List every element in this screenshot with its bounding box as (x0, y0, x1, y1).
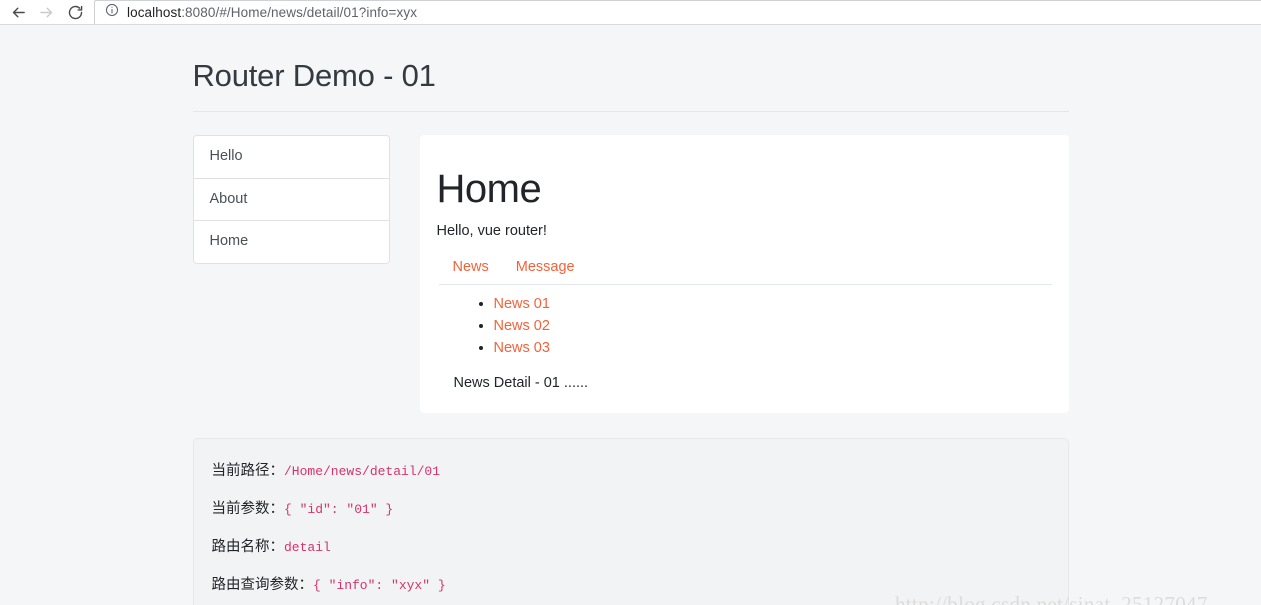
list-item: News 03 (494, 339, 1052, 357)
news-list: News 01 News 02 News 03 (437, 295, 1052, 357)
info-value: detail (284, 540, 331, 555)
sidebar-item-about[interactable]: About (193, 178, 389, 222)
page-title: Router Demo - 01 (192, 58, 436, 93)
card-tabs: News Message (437, 259, 1052, 275)
info-label: 当前路径： (211, 463, 285, 479)
route-info-panel: 当前路径： /Home/news/detail/01 当前参数： { "id":… (192, 438, 1069, 605)
reload-icon (67, 4, 84, 21)
tabs-divider (438, 284, 1052, 285)
title-divider (192, 111, 1069, 112)
sidebar-item-hello[interactable]: Hello (193, 136, 389, 179)
reload-button[interactable] (60, 0, 90, 24)
url-path: :8080/#/Home/news/detail/01?info=xyx (181, 5, 418, 20)
list-item: News 02 (494, 317, 1052, 335)
card-subtitle: Hello, vue router! (436, 223, 547, 239)
info-row-query-params: 路由查询参数： { "info": "xyx" } (194, 573, 1068, 594)
info-value: { "info": "xyx" } (313, 578, 446, 593)
browser-toolbar: localhost:8080/#/Home/news/detail/01?inf… (0, 0, 1261, 25)
info-value: { "id": "01" } (284, 502, 394, 517)
address-bar[interactable]: localhost:8080/#/Home/news/detail/01?inf… (94, 0, 1261, 24)
sidebar-item-home[interactable]: Home (193, 221, 389, 263)
back-arrow-icon (10, 4, 27, 21)
info-label: 路由查询参数： (211, 577, 314, 593)
info-row-current-params: 当前参数： { "id": "01" } (194, 497, 1068, 518)
sidebar-list: Hello About Home (192, 135, 390, 264)
info-value: /Home/news/detail/01 (284, 464, 441, 479)
url-host: localhost (127, 5, 182, 20)
tab-message[interactable]: Message (516, 259, 575, 275)
content-container: Router Demo - 01 Hello About Home Home H… (192, 25, 1069, 605)
tab-news[interactable]: News (453, 259, 489, 275)
main-layout: Hello About Home Home Hello, vue router!… (192, 135, 1069, 413)
watermark-text: http://blog.csdn.net/sinat_25127047 (895, 592, 1208, 605)
info-row-current-path: 当前路径： /Home/news/detail/01 (194, 459, 1068, 480)
info-circle-icon[interactable] (105, 3, 119, 22)
news-link-01[interactable]: News 01 (494, 296, 550, 312)
info-label: 当前参数： (211, 501, 285, 517)
page-body: Router Demo - 01 Hello About Home Home H… (0, 25, 1261, 605)
back-button[interactable] (4, 0, 32, 24)
news-detail-text: News Detail - 01 ...... (453, 375, 589, 391)
forward-button (32, 0, 60, 24)
main-card: Home Hello, vue router! News Message New… (419, 135, 1069, 413)
url-text: localhost:8080/#/Home/news/detail/01?inf… (127, 5, 417, 20)
card-heading: Home (436, 167, 542, 211)
news-link-03[interactable]: News 03 (494, 340, 550, 356)
forward-arrow-icon (38, 4, 55, 21)
news-link-02[interactable]: News 02 (494, 318, 550, 334)
list-item: News 01 (494, 295, 1052, 313)
info-label: 路由名称： (211, 539, 285, 555)
info-row-route-name: 路由名称： detail (194, 535, 1068, 556)
